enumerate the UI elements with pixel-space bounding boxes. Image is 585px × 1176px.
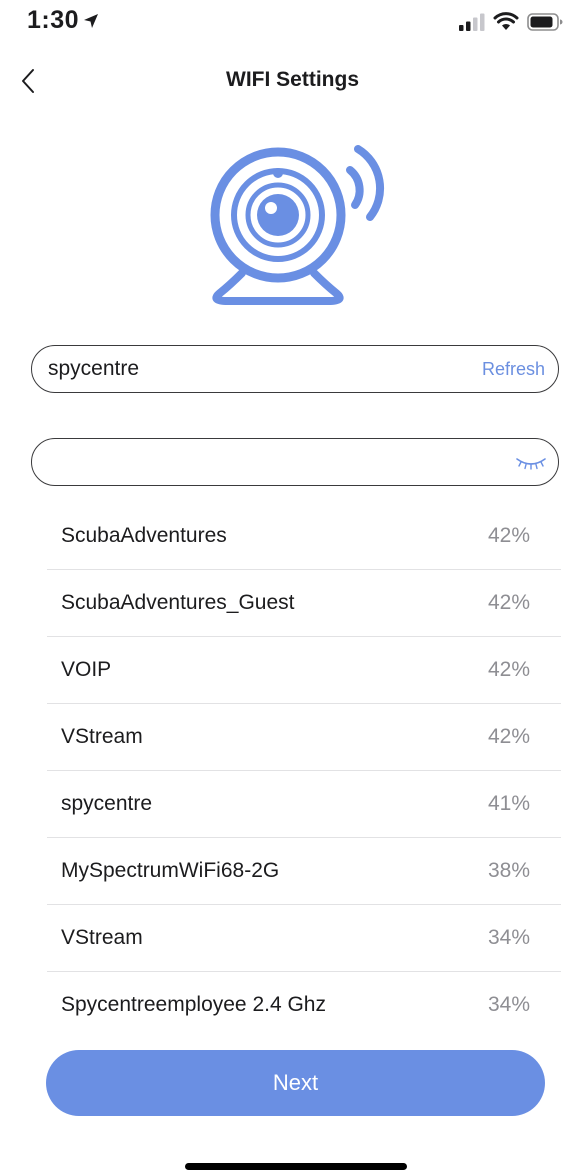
wifi-network-name: ScubaAdventures xyxy=(61,524,227,547)
refresh-button[interactable]: Refresh xyxy=(482,359,545,380)
wifi-camera-icon xyxy=(210,145,384,305)
page-title: WIFI Settings xyxy=(226,68,359,91)
wifi-network-row[interactable]: Spycentreemployee 2.4 Ghz 34% xyxy=(47,972,561,1038)
status-bar: 1:30 xyxy=(0,0,585,44)
wifi-network-name: MySpectrumWiFi68-2G xyxy=(61,859,280,882)
password-field xyxy=(31,438,559,486)
status-icons xyxy=(459,12,563,31)
wifi-signal-strength: 42% xyxy=(487,658,530,681)
nav-bar: WIFI Settings xyxy=(0,56,585,106)
home-indicator xyxy=(185,1163,407,1170)
wifi-network-row[interactable]: VStream 42% xyxy=(47,704,561,771)
eye-closed-icon xyxy=(516,458,546,470)
wifi-icon xyxy=(493,12,519,30)
wifi-signal-strength: 34% xyxy=(487,993,530,1016)
wifi-network-row[interactable]: ScubaAdventures 42% xyxy=(47,503,561,570)
wifi-network-row[interactable]: VStream 34% xyxy=(47,905,561,972)
cellular-signal-icon xyxy=(459,13,485,31)
location-arrow-icon xyxy=(84,13,99,28)
wifi-signal-strength: 41% xyxy=(487,792,530,815)
battery-icon xyxy=(527,12,563,31)
wifi-network-name: VOIP xyxy=(61,658,112,681)
wifi-network-row[interactable]: ScubaAdventures_Guest 42% xyxy=(47,570,561,637)
ssid-input[interactable] xyxy=(48,346,448,392)
next-button[interactable]: Next xyxy=(46,1050,545,1116)
wifi-network-list: ScubaAdventures 42% ScubaAdventures_Gues… xyxy=(47,503,561,1038)
wifi-network-row[interactable]: spycentre 41% xyxy=(47,771,561,838)
wifi-signal-strength: 34% xyxy=(487,926,530,949)
wifi-network-name: spycentre xyxy=(61,792,153,815)
status-time: 1:30 xyxy=(27,6,99,35)
password-visibility-toggle[interactable] xyxy=(514,449,548,477)
wifi-network-name: VStream xyxy=(61,725,143,748)
wifi-network-name: VStream xyxy=(61,926,143,949)
ssid-field: Refresh xyxy=(31,345,559,393)
wifi-signal-strength: 42% xyxy=(487,591,530,614)
wifi-network-row[interactable]: VOIP 42% xyxy=(47,637,561,704)
wifi-signal-strength: 42% xyxy=(487,524,530,547)
wifi-network-name: ScubaAdventures_Guest xyxy=(61,591,295,614)
status-time-text: 1:30 xyxy=(27,6,80,34)
wifi-network-row[interactable]: MySpectrumWiFi68-2G 38% xyxy=(47,838,561,905)
wifi-network-name: Spycentreemployee 2.4 Ghz xyxy=(61,993,326,1016)
wifi-signal-strength: 42% xyxy=(487,725,530,748)
wifi-signal-strength: 38% xyxy=(487,859,530,882)
password-input[interactable] xyxy=(48,439,448,485)
